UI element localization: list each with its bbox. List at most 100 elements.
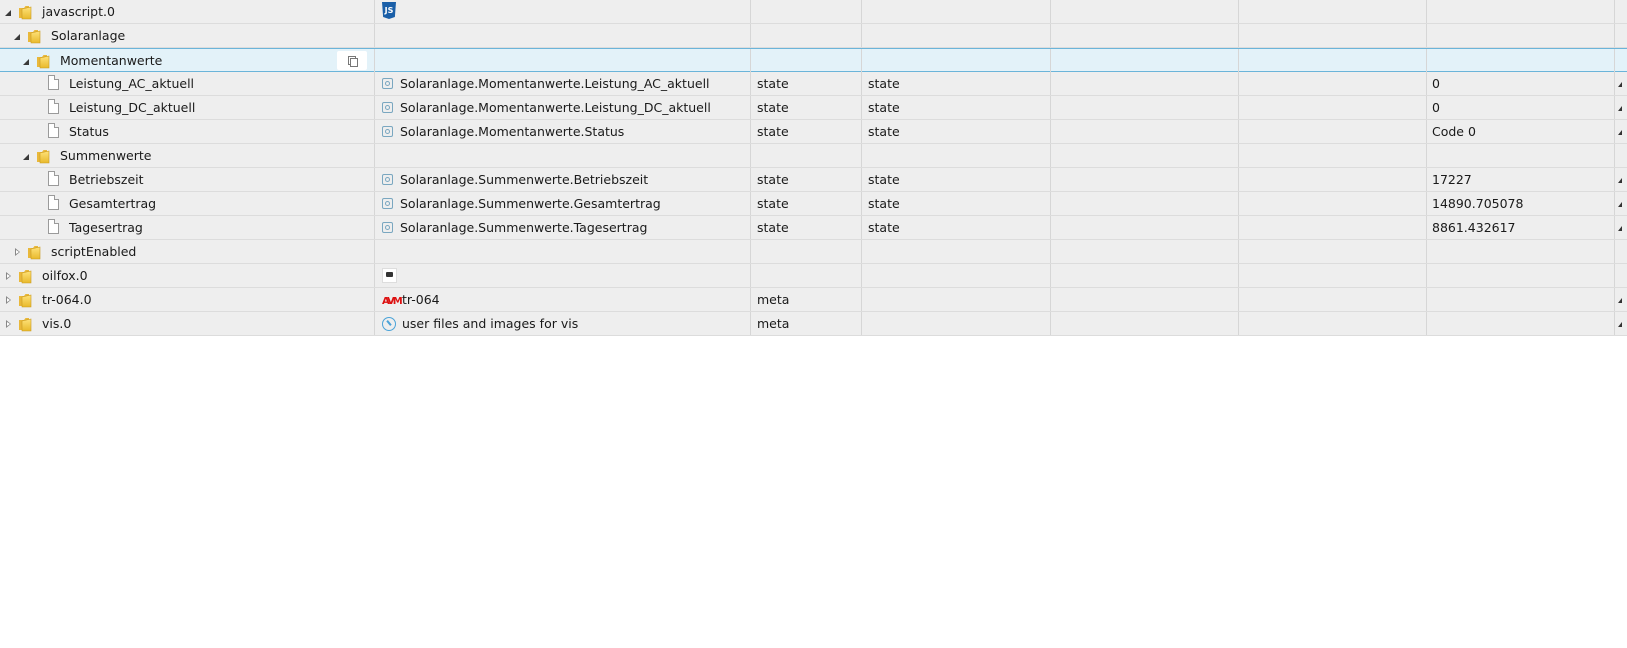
collapse-toggle-icon[interactable] bbox=[13, 24, 23, 47]
role-cell bbox=[862, 0, 1051, 23]
room-cell bbox=[1051, 312, 1239, 335]
value-cell[interactable] bbox=[1427, 312, 1615, 335]
tree-row-state[interactable]: Betriebszeit Solaranlage.Summenwerte.Betr… bbox=[0, 168, 1627, 192]
value-cell[interactable] bbox=[1427, 24, 1615, 47]
folder-icon bbox=[27, 28, 44, 44]
tree-row-state[interactable]: Tagesertrag Solaranlage.Summenwerte.Tages… bbox=[0, 216, 1627, 240]
tree-row-folder[interactable]: Summenwerte bbox=[0, 144, 1627, 168]
id-cell: Solaranlage.Summenwerte.Tagesertrag bbox=[375, 216, 751, 239]
edit-icon[interactable] bbox=[1618, 82, 1622, 87]
value-cell[interactable]: 17227 bbox=[1427, 168, 1615, 191]
type-cell bbox=[751, 144, 862, 167]
tree-item-label: Summenwerte bbox=[60, 148, 152, 163]
value-cell[interactable] bbox=[1427, 240, 1615, 263]
value-cell[interactable]: 0 bbox=[1427, 72, 1615, 95]
value-cell[interactable]: 0 bbox=[1427, 96, 1615, 119]
edit-icon[interactable] bbox=[1618, 130, 1622, 135]
type-cell bbox=[751, 49, 862, 72]
state-icon bbox=[382, 198, 393, 209]
object-tree-table: javascript.0 JS Solaranlage Momentanwerte Le… bbox=[0, 0, 1627, 336]
tr064-icon: AVM bbox=[382, 296, 403, 307]
type-cell: meta bbox=[751, 312, 862, 335]
tree-row-state[interactable]: Status Solaranlage.Momentanwerte.Status st… bbox=[0, 120, 1627, 144]
expand-toggle-icon[interactable] bbox=[4, 264, 14, 287]
name-cell: scriptEnabled bbox=[0, 240, 375, 263]
tree-row-state[interactable]: Leistung_AC_aktuell Solaranlage.Momentanw… bbox=[0, 72, 1627, 96]
id-cell bbox=[375, 264, 751, 287]
edit-icon[interactable] bbox=[1618, 202, 1622, 207]
type-cell: state bbox=[751, 168, 862, 191]
tree-row-folder[interactable]: oilfox.0 bbox=[0, 264, 1627, 288]
value-cell[interactable] bbox=[1427, 288, 1615, 311]
tree-row-state[interactable]: Gesamtertrag Solaranlage.Summenwerte.Gesa… bbox=[0, 192, 1627, 216]
id-cell bbox=[375, 24, 751, 47]
tree-row-folder[interactable]: Momentanwerte bbox=[0, 48, 1627, 72]
value-cell[interactable] bbox=[1427, 144, 1615, 167]
oilfox-icon bbox=[382, 268, 397, 283]
expand-toggle-icon[interactable] bbox=[4, 288, 14, 311]
actions-cell bbox=[1615, 24, 1627, 47]
tree-row-folder[interactable]: vis.0 user files and images for vis meta bbox=[0, 312, 1627, 336]
room-cell bbox=[1051, 240, 1239, 263]
id-cell: Solaranlage.Summenwerte.Betriebszeit bbox=[375, 168, 751, 191]
tree-item-label: Leistung_AC_aktuell bbox=[69, 76, 195, 91]
type-cell: state bbox=[751, 216, 862, 239]
actions-cell bbox=[1615, 312, 1627, 335]
id-cell: Solaranlage.Summenwerte.Gesamtertrag bbox=[375, 192, 751, 215]
value-cell[interactable]: 8861.432617 bbox=[1427, 216, 1615, 239]
javascript-js-icon: JS bbox=[382, 2, 396, 19]
room-cell bbox=[1051, 96, 1239, 119]
tree-item-label: tr-064.0 bbox=[42, 292, 92, 307]
room-cell bbox=[1051, 144, 1239, 167]
collapse-toggle-icon[interactable] bbox=[22, 49, 32, 72]
type-cell: state bbox=[751, 120, 862, 143]
edit-icon[interactable] bbox=[1618, 106, 1622, 111]
collapse-toggle-icon[interactable] bbox=[4, 0, 14, 23]
folder-icon bbox=[18, 4, 35, 20]
name-cell: Tagesertrag bbox=[0, 216, 375, 239]
tree-item-label: Momentanwerte bbox=[60, 53, 163, 68]
value-cell[interactable] bbox=[1427, 264, 1615, 287]
tree-row-state[interactable]: Leistung_DC_aktuell Solaranlage.Momentanw… bbox=[0, 96, 1627, 120]
value-cell[interactable]: Code 0 bbox=[1427, 120, 1615, 143]
edit-icon[interactable] bbox=[1618, 298, 1622, 303]
file-icon bbox=[48, 75, 59, 90]
role-cell: state bbox=[862, 96, 1051, 119]
actions-cell bbox=[1615, 288, 1627, 311]
actions-cell bbox=[1615, 216, 1627, 239]
edit-icon[interactable] bbox=[1618, 178, 1622, 183]
tree-row-folder[interactable]: scriptEnabled bbox=[0, 240, 1627, 264]
name-cell: Leistung_DC_aktuell bbox=[0, 96, 375, 119]
tree-item-label: scriptEnabled bbox=[51, 244, 137, 259]
tree-row-folder[interactable]: tr-064.0 AVMtr-064 meta bbox=[0, 288, 1627, 312]
type-cell: meta bbox=[751, 288, 862, 311]
actions-cell bbox=[1615, 120, 1627, 143]
collapse-toggle-icon[interactable] bbox=[22, 144, 32, 167]
actions-cell bbox=[1615, 168, 1627, 191]
edit-icon[interactable] bbox=[1618, 226, 1622, 231]
state-icon bbox=[382, 78, 393, 89]
value-cell[interactable]: 14890.705078 bbox=[1427, 192, 1615, 215]
type-cell bbox=[751, 240, 862, 263]
object-id-text: Solaranlage.Summenwerte.Tagesertrag bbox=[400, 220, 648, 235]
expand-toggle-icon[interactable] bbox=[13, 240, 23, 263]
tree-row-folder[interactable]: Solaranlage bbox=[0, 24, 1627, 48]
object-id-text: Solaranlage.Momentanwerte.Leistung_AC_ak… bbox=[400, 76, 710, 91]
value-cell[interactable] bbox=[1427, 49, 1615, 72]
id-cell bbox=[375, 240, 751, 263]
function-cell bbox=[1239, 96, 1427, 119]
role-cell: state bbox=[862, 72, 1051, 95]
actions-cell bbox=[1615, 72, 1627, 95]
file-icon bbox=[48, 123, 59, 138]
name-cell: vis.0 bbox=[0, 312, 375, 335]
edit-icon[interactable] bbox=[1618, 322, 1622, 327]
tree-row-folder[interactable]: javascript.0 JS bbox=[0, 0, 1627, 24]
value-cell[interactable] bbox=[1427, 0, 1615, 23]
tree-item-label: Gesamtertrag bbox=[69, 196, 157, 211]
tree-item-label: Tagesertrag bbox=[69, 220, 143, 235]
tree-item-label: Status bbox=[69, 124, 109, 139]
copy-id-button[interactable] bbox=[337, 51, 367, 70]
tree-item-label: Betriebszeit bbox=[69, 172, 144, 187]
expand-toggle-icon[interactable] bbox=[4, 312, 14, 335]
state-icon bbox=[382, 222, 393, 233]
